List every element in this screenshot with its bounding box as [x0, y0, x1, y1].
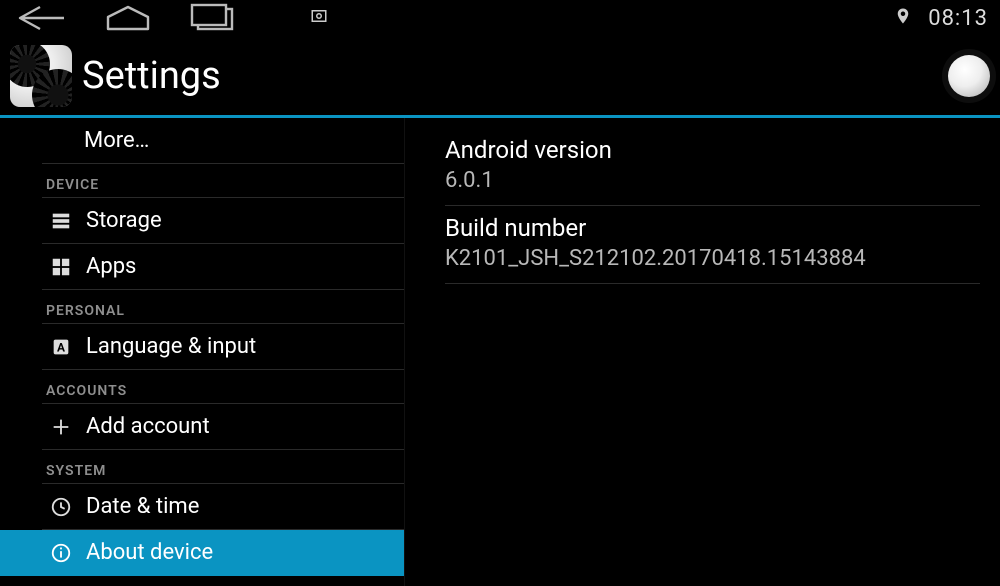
sidebar-item-label: About device [86, 540, 213, 565]
assistive-touch-orb[interactable] [948, 55, 990, 97]
status-bar: 08:13 [0, 0, 1000, 36]
settings-sidebar: More… DEVICE Storage Apps PERSONAL A Lan… [0, 118, 405, 586]
storage-icon [50, 210, 72, 232]
sidebar-item-label: Storage [86, 208, 162, 233]
apps-icon [50, 256, 72, 278]
android-version-value: 6.0.1 [445, 168, 980, 193]
sidebar-section-accounts: ACCOUNTS [42, 370, 404, 404]
back-button[interactable] [12, 3, 72, 33]
sidebar-item-storage[interactable]: Storage [42, 198, 404, 244]
language-icon: A [50, 336, 72, 358]
sidebar-item-label: More… [84, 128, 149, 153]
location-icon [894, 7, 912, 29]
about-device-panel: Android version 6.0.1 Build number K2101… [405, 118, 1000, 586]
svg-text:A: A [57, 340, 65, 354]
sidebar-item-label: Language & input [86, 334, 256, 359]
sidebar-section-system: SYSTEM [42, 450, 404, 484]
sidebar-section-personal: PERSONAL [42, 290, 404, 324]
settings-app-icon [10, 45, 72, 107]
android-version-label: Android version [445, 136, 980, 164]
sidebar-item-language-input[interactable]: A Language & input [42, 324, 404, 370]
sidebar-item-date-time[interactable]: Date & time [42, 484, 404, 530]
build-number-label: Build number [445, 214, 980, 242]
sidebar-item-apps[interactable]: Apps [42, 244, 404, 290]
nav-buttons [12, 3, 328, 33]
home-button[interactable] [98, 3, 158, 33]
clock-icon [50, 496, 72, 518]
plus-icon [50, 416, 72, 438]
sidebar-item-label: Date & time [86, 494, 199, 519]
build-number-row[interactable]: Build number K2101_JSH_S212102.20170418.… [445, 206, 980, 284]
sidebar-item-more[interactable]: More… [42, 118, 404, 164]
recent-apps-button[interactable] [184, 3, 244, 33]
page-title: Settings [82, 54, 221, 98]
clock: 08:13 [928, 6, 988, 31]
screenshot-indicator-icon [310, 7, 328, 29]
title-bar: Settings [0, 36, 1000, 118]
sidebar-item-label: Add account [86, 414, 210, 439]
sidebar-item-about-device[interactable]: About device [0, 530, 404, 576]
sidebar-item-add-account[interactable]: Add account [42, 404, 404, 450]
sidebar-section-device: DEVICE [42, 164, 404, 198]
info-icon [50, 542, 72, 564]
android-version-row[interactable]: Android version 6.0.1 [445, 128, 980, 206]
sidebar-item-label: Apps [86, 254, 136, 279]
build-number-value: K2101_JSH_S212102.20170418.15143884 [445, 246, 980, 271]
